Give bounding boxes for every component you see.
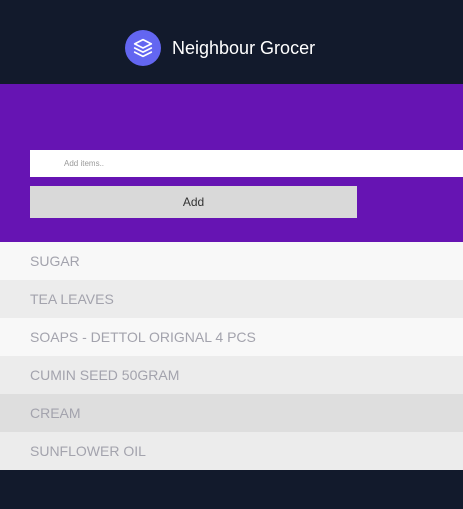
app-header: Neighbour Grocer bbox=[0, 0, 463, 84]
list-item-label: CREAM bbox=[30, 405, 81, 421]
list-item[interactable]: CUMIN SEED 50GRAM bbox=[0, 356, 463, 394]
grocery-list: SUGAR TEA LEAVES SOAPS - DETTOL ORIGNAL … bbox=[0, 242, 463, 470]
list-item-label: CUMIN SEED 50GRAM bbox=[30, 367, 180, 383]
list-item-label: SUNFLOWER OIL bbox=[30, 443, 146, 459]
list-item[interactable]: SUGAR bbox=[0, 242, 463, 280]
list-item[interactable]: SUNFLOWER OIL bbox=[0, 432, 463, 470]
list-item[interactable]: CREAM bbox=[0, 394, 463, 432]
add-item-input[interactable] bbox=[30, 150, 463, 177]
brand-title: Neighbour Grocer bbox=[172, 38, 316, 58]
add-item-panel: Add bbox=[0, 84, 463, 242]
app-root: Neighbour Grocer Add SUGAR TEA LEAVES SO… bbox=[0, 0, 463, 509]
list-item-label: SOAPS - DETTOL ORIGNAL 4 PCS bbox=[30, 329, 256, 345]
list-item-label: SUGAR bbox=[30, 253, 80, 269]
layers-icon bbox=[125, 30, 161, 66]
add-button[interactable]: Add bbox=[30, 186, 357, 218]
list-item-label: TEA LEAVES bbox=[30, 291, 114, 307]
list-item[interactable]: TEA LEAVES bbox=[0, 280, 463, 318]
list-item[interactable]: SOAPS - DETTOL ORIGNAL 4 PCS bbox=[0, 318, 463, 356]
